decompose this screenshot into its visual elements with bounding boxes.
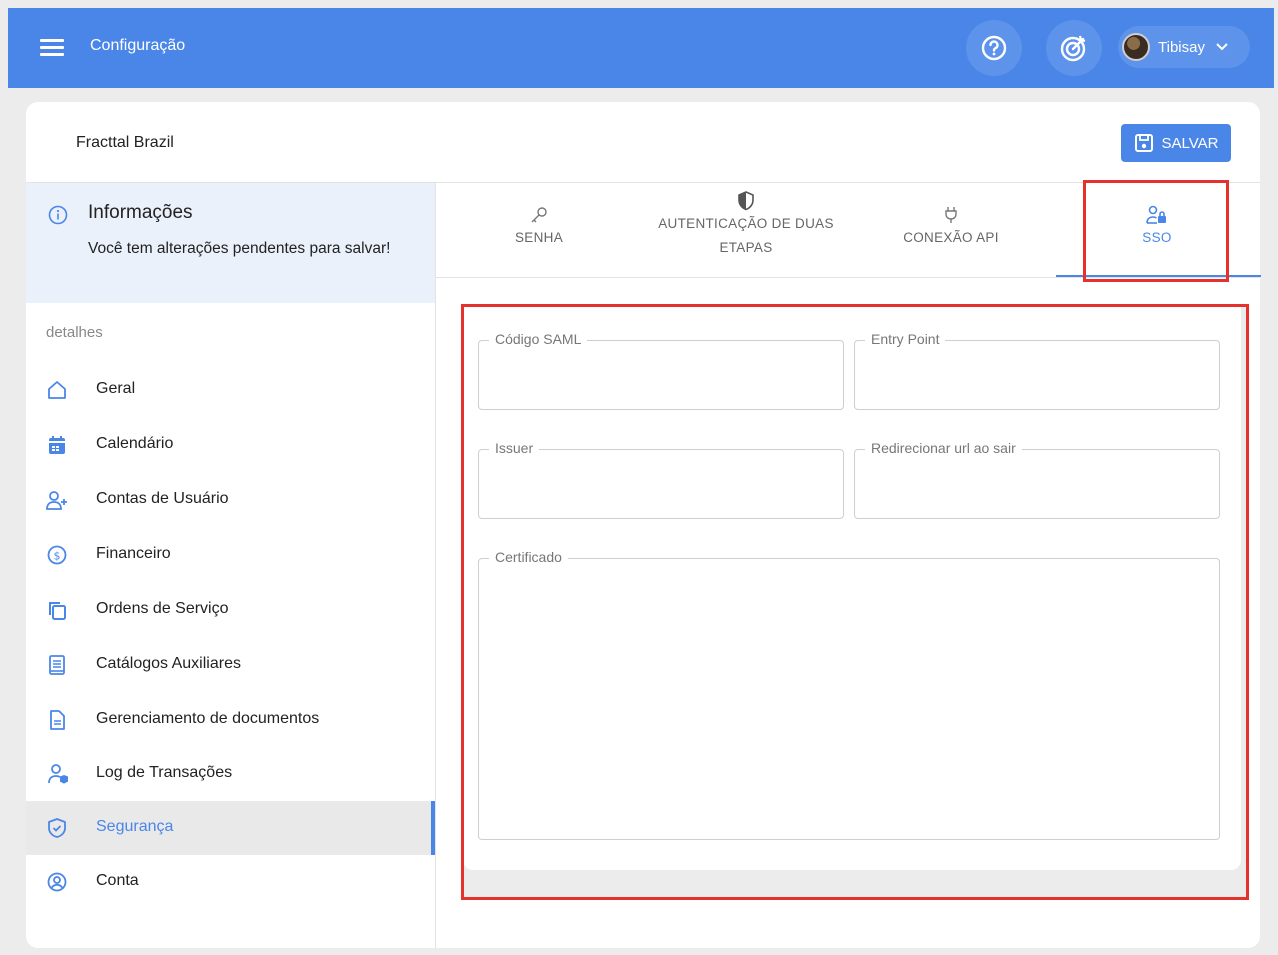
user-lock-icon <box>1146 205 1166 224</box>
tab-label: SSO <box>1142 230 1172 245</box>
issuer-field[interactable]: Issuer <box>478 440 844 519</box>
sidebar-item-label: Conta <box>96 872 139 889</box>
sidebar-item-label: Ordens de Serviço <box>96 600 229 617</box>
sidebar-item-conta[interactable]: Conta <box>26 855 435 909</box>
user-name: Tibisay <box>1158 38 1205 56</box>
save-button[interactable]: SALVAR <box>1121 124 1231 162</box>
shield-check-icon <box>48 818 66 838</box>
sidebar-item-label: Segurança <box>96 818 174 835</box>
catalog-icon <box>49 655 65 675</box>
plug-icon <box>945 207 957 223</box>
field-label: Issuer <box>489 440 540 456</box>
sidebar-item-catalogos-auxiliares[interactable]: Catálogos Auxiliares <box>26 638 435 692</box>
sidebar-item-label: Catálogos Auxiliares <box>96 655 241 672</box>
account-circle-icon <box>47 872 67 892</box>
tab-label-line1: AUTENTICAÇÃO DE DUAS <box>658 216 834 231</box>
sidebar-item-financeiro[interactable]: $ Financeiro <box>26 528 435 582</box>
tab-conexao-api[interactable]: CONEXÃO API <box>876 183 1026 279</box>
codigo-saml-input[interactable] <box>479 341 843 409</box>
user-shield-icon <box>48 764 68 784</box>
tabs-border <box>436 277 1260 278</box>
tab-sso[interactable]: SSO <box>1086 183 1228 279</box>
entry-point-input[interactable] <box>855 341 1219 409</box>
tab-label: SENHA <box>514 230 563 245</box>
hamburger-icon[interactable] <box>40 39 64 57</box>
sidebar-item-gerenciamento-de-documentos[interactable]: Gerenciamento de documentos <box>26 693 435 747</box>
sidebar-heading: detalhes <box>46 324 103 341</box>
sidebar-item-label: Financeiro <box>96 545 171 562</box>
company-name: Fracttal Brazil <box>76 134 174 151</box>
floppy-disk-icon <box>1134 134 1153 152</box>
certificado-textarea[interactable] <box>479 559 1219 839</box>
dollar-icon: $ <box>47 545 67 565</box>
app-top-bar: Configuração Tibisay <box>8 8 1274 88</box>
tab-autenticacao-duas-etapas[interactable]: AUTENTICAÇÃO DE DUAS ETAPAS <box>646 183 846 279</box>
sidebar-item-label: Geral <box>96 380 136 397</box>
sidebar-item-log-de-transacoes[interactable]: Log de Transações <box>26 747 435 801</box>
shield-half-icon <box>738 191 754 211</box>
home-icon <box>48 381 66 399</box>
help-button[interactable] <box>966 20 1022 76</box>
tab-senha[interactable]: SENHA <box>466 183 612 279</box>
field-label: Certificado <box>489 549 568 565</box>
codigo-saml-field[interactable]: Código SAML <box>478 331 844 410</box>
user-add-icon <box>46 491 67 510</box>
sidebar-item-label: Contas de Usuário <box>96 490 229 507</box>
info-title: Informações <box>88 202 193 223</box>
issuer-input[interactable] <box>479 450 843 518</box>
avatar <box>1122 33 1150 61</box>
tab-label-line2: ETAPAS <box>719 240 773 255</box>
field-label: Código SAML <box>489 331 588 347</box>
help-circle-icon <box>981 35 1007 61</box>
certificado-field[interactable]: Certificado <box>478 549 1220 840</box>
pending-changes-notice: Informações Você tem alterações pendente… <box>26 183 435 303</box>
redirect-url-input[interactable] <box>855 450 1219 518</box>
calendar-icon <box>49 436 65 454</box>
field-label: Entry Point <box>865 331 946 347</box>
sidebar-item-calendario[interactable]: Calendário <box>26 418 435 472</box>
sidebar-item-contas-de-usuario[interactable]: Contas de Usuário <box>26 473 435 527</box>
save-button-label: SALVAR <box>1161 134 1219 152</box>
sidebar-item-label: Gerenciamento de documentos <box>96 710 320 727</box>
copy-icon <box>49 602 66 620</box>
target-button[interactable] <box>1046 20 1102 76</box>
app-title: Configuração <box>90 37 186 54</box>
info-icon <box>48 205 68 225</box>
key-icon <box>531 207 547 223</box>
user-menu-button[interactable]: Tibisay <box>1118 26 1250 68</box>
redirect-url-field[interactable]: Redirecionar url ao sair <box>854 440 1220 519</box>
document-icon <box>50 710 65 730</box>
field-label: Redirecionar url ao sair <box>865 440 1022 456</box>
sidebar-item-seguranca[interactable]: Segurança <box>26 801 435 855</box>
info-text: Você tem alterações pendentes para salva… <box>88 240 391 257</box>
sidebar-item-geral[interactable]: Geral <box>26 363 435 417</box>
sidebar-item-label: Calendário <box>96 435 174 452</box>
sidebar-divider <box>435 183 436 948</box>
sidebar-item-ordens-de-servico[interactable]: Ordens de Serviço <box>26 583 435 637</box>
security-tabs: SENHA AUTENTICAÇÃO DE DUAS ETAPAS CONEXÃ… <box>436 183 1260 279</box>
svg-text:$: $ <box>54 550 61 563</box>
target-icon <box>1060 35 1086 62</box>
entry-point-field[interactable]: Entry Point <box>854 331 1220 410</box>
sidebar-item-label: Log de Transações <box>96 764 233 781</box>
tab-label: CONEXÃO API <box>903 230 999 245</box>
chevron-down-icon <box>1216 43 1228 51</box>
